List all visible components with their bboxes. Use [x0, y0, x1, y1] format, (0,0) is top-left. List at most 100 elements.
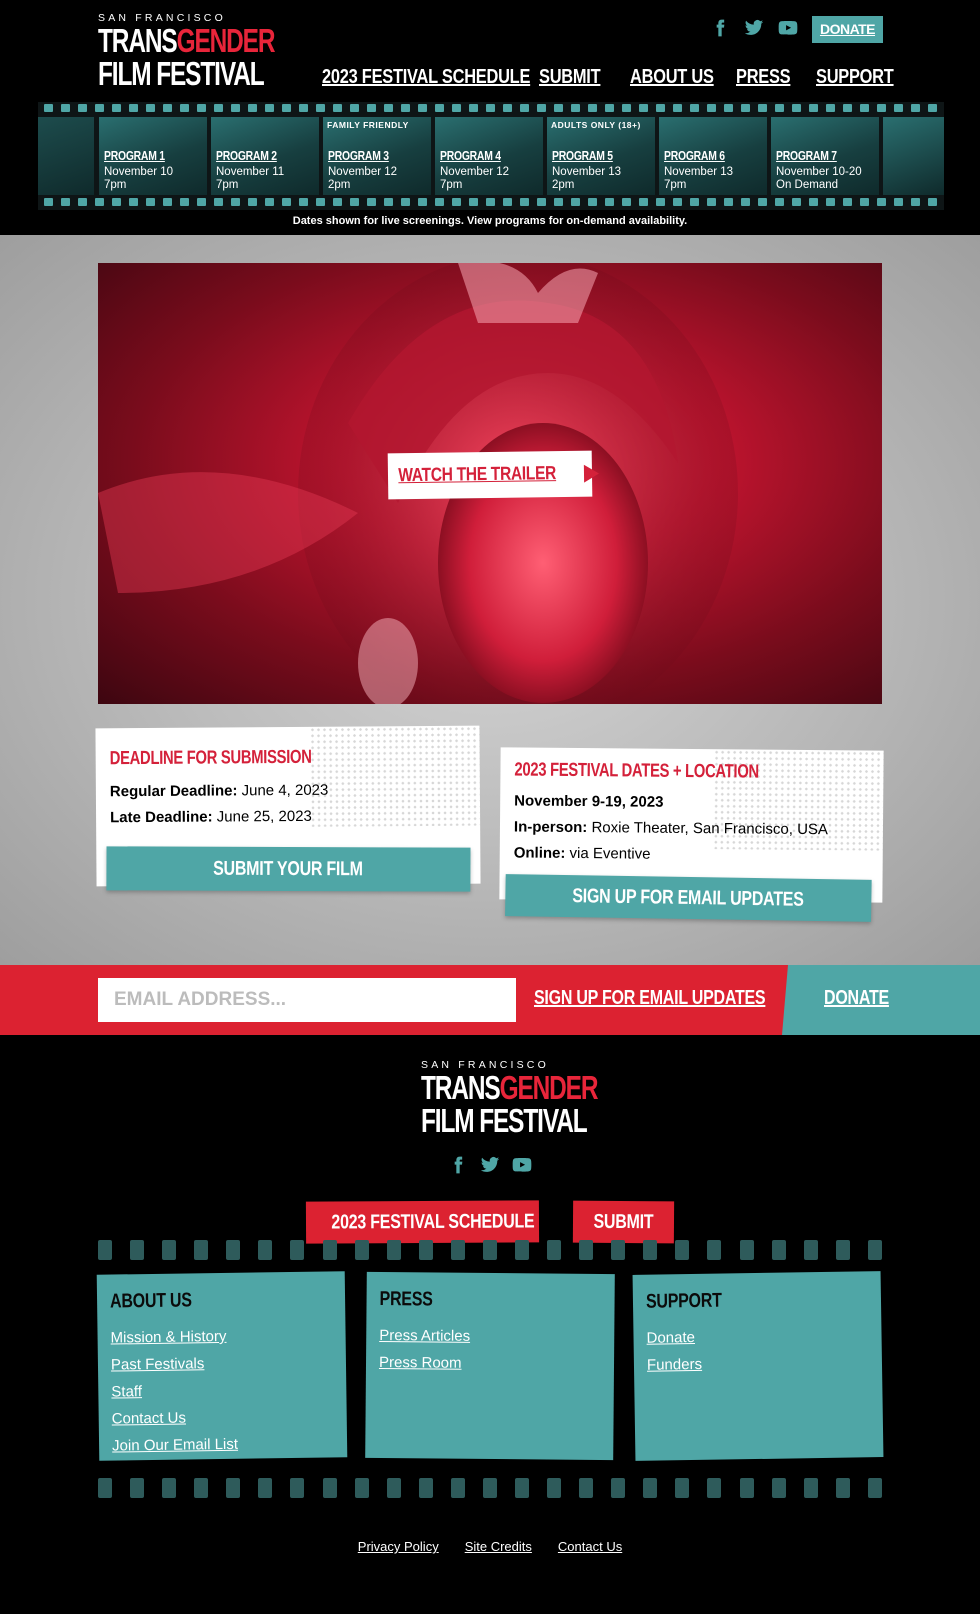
filmstrip-perforations-top — [38, 104, 944, 114]
email-address-input[interactable] — [98, 978, 516, 1022]
film-perforation — [299, 104, 308, 112]
nav-submit[interactable]: SUBMIT — [539, 66, 601, 89]
film-perforation — [95, 198, 104, 206]
logo-gender: GENDER — [176, 22, 276, 59]
hero-trailer-image: WATCH THE TRAILER — [98, 263, 882, 704]
film-perforation — [707, 198, 716, 206]
footer-link[interactable]: Donate — [646, 1329, 695, 1347]
program-card[interactable]: PROGRAM 7 November 10-20 On Demand — [771, 117, 879, 195]
film-perforation — [775, 104, 784, 112]
privacy-policy-link[interactable]: Privacy Policy — [358, 1539, 439, 1554]
nav-press[interactable]: PRESS — [736, 66, 791, 89]
film-perforation — [162, 1240, 177, 1260]
film-perforation — [537, 104, 546, 112]
film-perforation — [843, 198, 852, 206]
film-perforation — [197, 104, 206, 112]
program-date: November 10-20 — [776, 166, 862, 178]
footer-logo[interactable]: SAN FRANCISCO TRANSGENDER FILM FESTIVAL — [421, 1059, 598, 1137]
film-perforation — [622, 198, 631, 206]
program-time: 2pm — [328, 179, 351, 191]
footer-perforations-bottom — [98, 1478, 882, 1498]
email-updates-card-label: SIGN UP FOR EMAIL UPDATES — [572, 885, 805, 911]
film-perforation — [860, 104, 869, 112]
logo-line-1: TRANSGENDER — [98, 24, 275, 57]
footer-link[interactable]: Press Articles — [379, 1327, 470, 1345]
emailbar-donate-button[interactable]: DONATE — [824, 987, 889, 1010]
film-perforation — [860, 198, 869, 206]
footer-link[interactable]: Staff — [111, 1383, 142, 1400]
program-title: PROGRAM 2 — [216, 148, 277, 163]
film-perforation — [643, 1478, 658, 1498]
program-card[interactable]: FAMILY FRIENDLY PROGRAM 3 November 12 2p… — [323, 117, 431, 195]
twitter-icon[interactable] — [480, 1155, 500, 1180]
footer-schedule-button[interactable]: 2023 FESTIVAL SCHEDULE — [305, 1200, 540, 1244]
email-updates-card-button[interactable]: SIGN UP FOR EMAIL UPDATES — [505, 874, 872, 922]
film-perforation — [333, 104, 342, 112]
header-donate-button[interactable]: DONATE — [812, 16, 883, 43]
film-perforation — [130, 1478, 145, 1498]
film-perforation — [384, 104, 393, 112]
footer-link[interactable]: Funders — [647, 1356, 702, 1374]
film-perforation — [867, 1240, 882, 1260]
film-perforation — [739, 1478, 754, 1498]
program-title: PROGRAM 6 — [664, 148, 725, 163]
watch-trailer-button[interactable]: WATCH THE TRAILER — [387, 450, 599, 500]
program-date: November 13 — [664, 166, 734, 178]
facebook-icon[interactable] — [448, 1155, 468, 1180]
film-perforation — [707, 1478, 722, 1498]
film-perforation — [435, 198, 444, 206]
youtube-icon[interactable] — [512, 1155, 532, 1180]
contact-us-link[interactable]: Contact Us — [558, 1539, 622, 1554]
program-title: PROGRAM 4 — [440, 148, 501, 163]
site-credits-link[interactable]: Site Credits — [465, 1539, 532, 1554]
footer-support-panel: SUPPORT Donate Funders — [632, 1271, 884, 1461]
film-perforation — [515, 1478, 530, 1498]
film-perforation — [690, 198, 699, 206]
online-label: Online: — [513, 844, 566, 862]
twitter-icon[interactable] — [744, 18, 764, 38]
footer-link[interactable]: Press Room — [379, 1354, 462, 1372]
program-tag: FAMILY FRIENDLY — [327, 120, 409, 130]
film-perforation — [803, 1240, 818, 1260]
site-logo[interactable]: SAN FRANCISCO TRANSGENDER FILM FESTIVAL — [98, 12, 275, 90]
film-perforation — [367, 104, 376, 112]
footer-link[interactable]: Mission & History — [110, 1328, 226, 1347]
program-card[interactable]: PROGRAM 4 November 12 7pm — [435, 117, 543, 195]
regular-deadline-label: Regular Deadline: — [109, 782, 238, 801]
email-signup-button[interactable]: SIGN UP FOR EMAIL UPDATES — [534, 987, 766, 1010]
film-perforation — [290, 1478, 305, 1498]
film-perforation — [656, 104, 665, 112]
film-perforation — [61, 198, 70, 206]
submit-your-film-label: SUBMIT YOUR FILM — [213, 857, 364, 881]
footer-submit-label: SUBMIT — [593, 1210, 654, 1234]
submit-your-film-button[interactable]: SUBMIT YOUR FILM — [106, 846, 471, 892]
watch-trailer-label: WATCH THE TRAILER — [398, 463, 557, 487]
film-perforation — [739, 1240, 754, 1260]
program-card[interactable]: PROGRAM 6 November 13 7pm — [659, 117, 767, 195]
nav-about-us[interactable]: ABOUT US — [630, 66, 714, 89]
film-perforation — [112, 104, 121, 112]
nav-festival-schedule[interactable]: 2023 FESTIVAL SCHEDULE — [322, 66, 530, 89]
program-card[interactable]: PROGRAM 2 November 11 7pm — [211, 117, 319, 195]
film-perforation — [928, 104, 937, 112]
footer-submit-button[interactable]: SUBMIT — [572, 1200, 675, 1244]
nav-support[interactable]: SUPPORT — [816, 66, 894, 89]
program-card[interactable]: ADULTS ONLY (18+) PROGRAM 5 November 13 … — [547, 117, 655, 195]
film-perforation — [469, 198, 478, 206]
program-date: November 12 — [328, 166, 398, 178]
film-perforation — [673, 198, 682, 206]
program-title: PROGRAM 5 — [552, 148, 613, 163]
film-perforation — [611, 1478, 626, 1498]
program-card[interactable]: PROGRAM 1 November 10 7pm — [99, 117, 207, 195]
facebook-icon[interactable] — [710, 18, 730, 38]
film-perforation — [78, 104, 87, 112]
footer-link[interactable]: Join Our Email List — [112, 1436, 238, 1455]
site-footer: SAN FRANCISCO TRANSGENDER FILM FESTIVAL … — [0, 1035, 980, 1614]
film-perforation — [258, 1240, 273, 1260]
film-perforation — [809, 198, 818, 206]
youtube-icon[interactable] — [778, 18, 798, 38]
film-perforation — [537, 198, 546, 206]
footer-link[interactable]: Past Festivals — [111, 1355, 205, 1373]
footer-link[interactable]: Contact Us — [112, 1410, 186, 1428]
in-person-value: Roxie Theater, San Francisco, USA — [591, 819, 829, 839]
